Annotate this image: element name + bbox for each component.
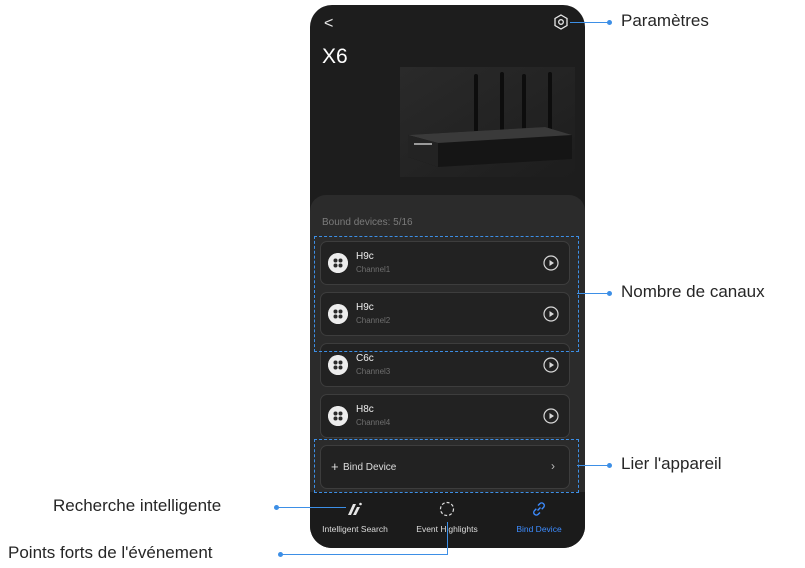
highlights-callout: Points forts de l'événement bbox=[8, 543, 213, 562]
channels-highlight-box bbox=[314, 236, 579, 352]
search-callout: Recherche intelligente bbox=[53, 496, 222, 515]
nav-label: Intelligent Search bbox=[322, 524, 388, 534]
nav-intelligent-search[interactable]: Intelligent Search bbox=[310, 492, 400, 548]
device-avatar-icon bbox=[328, 406, 348, 426]
device-name: H8c bbox=[356, 404, 374, 415]
nav-bind-device[interactable]: Bind Device bbox=[494, 492, 584, 548]
search-callout-line bbox=[276, 507, 346, 508]
device-avatar-icon bbox=[328, 355, 348, 375]
bind-callout-line bbox=[577, 465, 610, 466]
nvr-device-image bbox=[400, 67, 575, 177]
device-card[interactable]: H8c Channel4 bbox=[320, 394, 570, 438]
play-icon[interactable] bbox=[543, 357, 559, 373]
settings-callout-line bbox=[570, 22, 610, 23]
bind-callout-dot bbox=[607, 463, 612, 468]
settings-callout: Paramètres bbox=[621, 11, 709, 30]
device-channel: Channel4 bbox=[356, 418, 391, 427]
settings-callout-dot bbox=[607, 20, 612, 25]
highlights-callout-line bbox=[280, 554, 447, 555]
back-icon[interactable]: < bbox=[324, 15, 333, 33]
link-icon bbox=[533, 502, 545, 516]
event-highlights-icon bbox=[439, 501, 455, 517]
highlights-callout-vline bbox=[447, 522, 448, 555]
device-name: C6c bbox=[356, 353, 374, 364]
channels-callout: Nombre de canaux bbox=[621, 282, 765, 301]
page-title: X6 bbox=[322, 45, 348, 68]
play-icon[interactable] bbox=[543, 408, 559, 424]
intelligent-search-icon bbox=[348, 502, 362, 515]
bind-highlight-box bbox=[314, 439, 579, 493]
bind-callout: Lier l'appareil bbox=[621, 454, 722, 473]
bound-devices-count: Bound devices: 5/16 bbox=[322, 217, 413, 228]
device-channel: Channel3 bbox=[356, 367, 391, 376]
channels-callout-dot bbox=[607, 291, 612, 296]
channels-callout-line bbox=[577, 293, 610, 294]
nav-label: Bind Device bbox=[516, 524, 562, 534]
settings-icon[interactable] bbox=[553, 14, 569, 30]
